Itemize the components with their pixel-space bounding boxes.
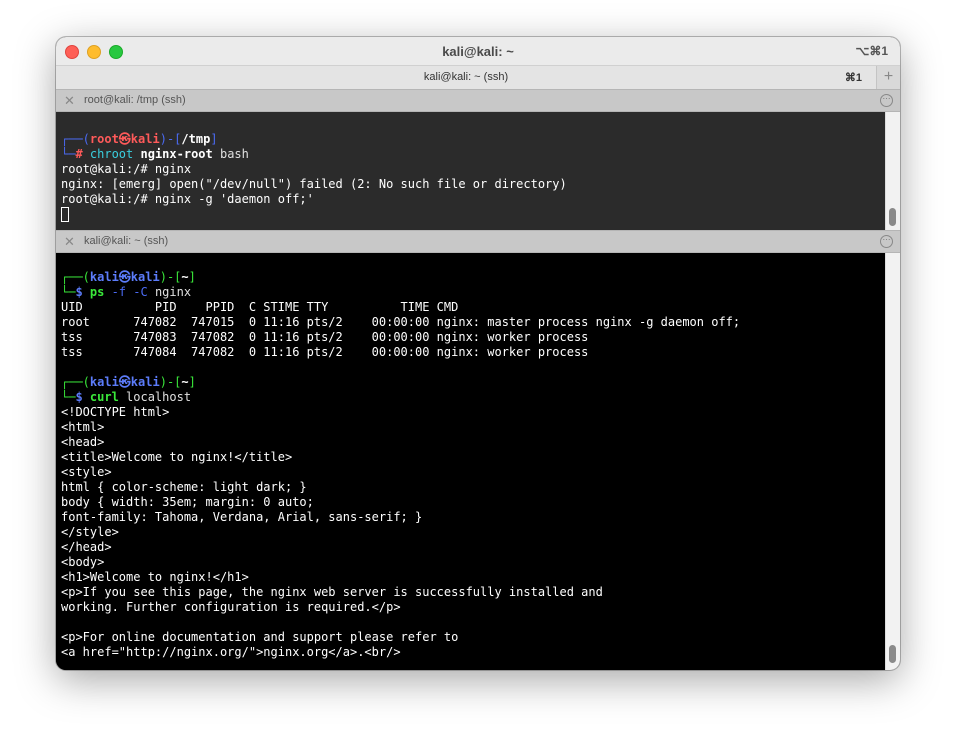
tab-title: kali@kali: ~ (ssh) xyxy=(423,71,509,83)
curl-output-line: <a href="http://nginx.org/">nginx.org</a… xyxy=(61,645,401,659)
output-line: nginx: [emerg] open("/dev/null") failed … xyxy=(61,177,567,191)
new-tab-button[interactable]: + xyxy=(876,66,900,89)
scrollbar-top[interactable] xyxy=(885,112,900,230)
prompt-line-2: └─# chroot nginx-root bash xyxy=(61,147,249,161)
output-line: root@kali:/# nginx -g 'daemon off;' xyxy=(61,192,314,206)
prompt-line-2: └─$ ps -f -C nginx xyxy=(61,285,192,299)
curl-output-line: body { width: 35em; margin: 0 auto; xyxy=(61,495,314,509)
title-bar: kali@kali: ~ ⌥⌘1 xyxy=(56,37,900,66)
pane-menu-icon[interactable]: ··· xyxy=(880,94,893,107)
prompt-path: ~ xyxy=(181,375,189,389)
pane-title: kali@kali: ~ (ssh) xyxy=(84,235,169,247)
prompt-user: kali㉿kali xyxy=(89,270,160,284)
pane-header-root: ✕ root@kali: /tmp (ssh) ··· xyxy=(56,89,900,112)
curl-output-line: <!DOCTYPE html> xyxy=(61,405,170,419)
curl-output-line: </head> xyxy=(61,540,112,554)
scrollbar-thumb[interactable] xyxy=(889,645,896,663)
curl-output-line: <h1>Welcome to nginx!</h1> xyxy=(61,570,249,584)
tab-shortcut: ⌘1 xyxy=(844,72,862,84)
pane-header-kali: ✕ kali@kali: ~ (ssh) ··· xyxy=(56,230,900,253)
prompt-path: ~ xyxy=(181,270,189,284)
curl-output-line: working. Further configuration is requir… xyxy=(61,600,401,614)
curl-output-line: <title>Welcome to nginx!</title> xyxy=(61,450,293,464)
output-line: root@kali:/# nginx xyxy=(61,162,192,176)
close-pane-icon[interactable]: ✕ xyxy=(64,234,75,250)
prompt-line-2: └─$ curl localhost xyxy=(61,390,192,404)
command-text: chroot xyxy=(89,147,134,161)
scrollbar-bottom[interactable] xyxy=(885,253,900,670)
prompt-line-1: ┌──(kali㉿kali)-[~] xyxy=(61,270,196,284)
ps-output-line: UID PID PPID C STIME TTY TIME CMD xyxy=(61,300,459,314)
window-title: kali@kali: ~ xyxy=(442,44,514,59)
command-text: curl xyxy=(89,390,119,404)
tab-bar: kali@kali: ~ (ssh) ⌘1 + xyxy=(56,66,900,90)
curl-output-line: </style> xyxy=(61,525,119,539)
curl-output-line: <p>If you see this page, the nginx web s… xyxy=(61,585,603,599)
text-cursor xyxy=(61,207,69,222)
curl-output-line: <p>For online documentation and support … xyxy=(61,630,459,644)
pane-title: root@kali: /tmp (ssh) xyxy=(84,94,186,106)
curl-output-line: <html> xyxy=(61,420,105,434)
terminal-window: kali@kali: ~ ⌥⌘1 kali@kali: ~ (ssh) ⌘1 +… xyxy=(56,37,900,670)
curl-output-line: <style> xyxy=(61,465,112,479)
ps-output-line: tss 747083 747082 0 11:16 pts/2 00:00:00… xyxy=(61,330,589,344)
ps-output-line: root 747082 747015 0 11:16 pts/2 00:00:0… xyxy=(61,315,741,329)
prompt-path: /tmp xyxy=(181,132,211,146)
terminal-pane-root[interactable]: ┌──(root㉿kali)-[/tmp] └─# chroot nginx-ro… xyxy=(56,112,886,230)
tab-kali-ssh[interactable]: kali@kali: ~ (ssh) ⌘1 xyxy=(56,66,876,89)
prompt-line-1: ┌──(root㉿kali)-[/tmp] xyxy=(61,132,218,146)
ps-output-line: tss 747084 747082 0 11:16 pts/2 00:00:00… xyxy=(61,345,589,359)
prompt-line-1: ┌──(kali㉿kali)-[~] xyxy=(61,375,196,389)
terminal-pane-kali[interactable]: ┌──(kali㉿kali)-[~] └─$ ps -f -C nginx UID … xyxy=(56,253,886,670)
prompt-user: kali㉿kali xyxy=(89,375,160,389)
curl-output-line: <body> xyxy=(61,555,105,569)
curl-output-line: html { color-scheme: light dark; } xyxy=(61,480,307,494)
pane-menu-icon[interactable]: ··· xyxy=(880,235,893,248)
cursor-line xyxy=(61,207,886,222)
curl-output-line xyxy=(61,615,886,630)
prompt-user: root㉿kali xyxy=(89,132,160,146)
curl-output-line: <head> xyxy=(61,435,105,449)
window-shortcut: ⌥⌘1 xyxy=(855,44,888,58)
scrollbar-thumb[interactable] xyxy=(889,208,896,226)
command-text: ps xyxy=(89,285,105,299)
curl-output-line: font-family: Tahoma, Verdana, Arial, san… xyxy=(61,510,423,524)
close-pane-icon[interactable]: ✕ xyxy=(64,93,75,109)
